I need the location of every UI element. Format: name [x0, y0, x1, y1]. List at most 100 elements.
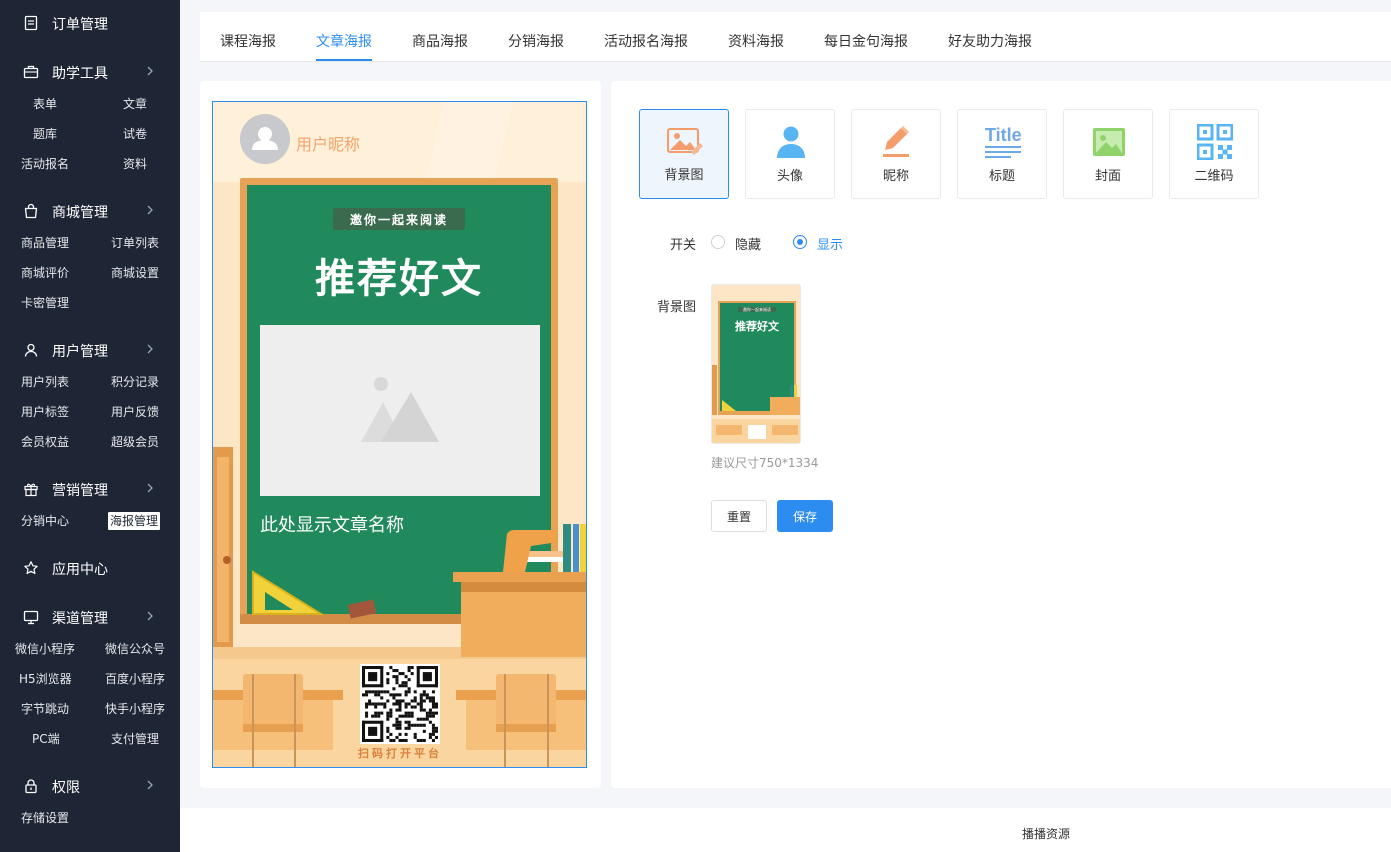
sidebar-item-distribution-center[interactable]: 分销中心	[21, 512, 69, 530]
sidebar-item-wechat-miniprogram[interactable]: 微信小程序	[15, 640, 75, 658]
sidebar-item-event-signup[interactable]: 活动报名	[21, 155, 69, 173]
tool-label: 二维码	[1194, 169, 1234, 184]
poster-avatar	[240, 114, 290, 164]
tab-event-signup-poster[interactable]: 活动报名海报	[604, 32, 688, 52]
sidebar-section-label: 权限	[52, 780, 80, 796]
sidebar-item-points-log[interactable]: 积分记录	[111, 373, 159, 391]
sidebar-item-kuaishou-miniprogram[interactable]: 快手小程序	[105, 700, 165, 718]
tool-label: 背景图	[664, 168, 704, 183]
active-tab-indicator	[316, 59, 372, 61]
tool-label: 标题	[988, 169, 1015, 184]
poster-article-title: 此处显示文章名称	[260, 515, 404, 536]
tab-article-poster[interactable]: 文章海报	[316, 32, 372, 52]
sidebar-section-label: 助学工具	[52, 66, 108, 82]
sidebar-item-member-benefits[interactable]: 会员权益	[21, 433, 69, 451]
tab-distribution-poster[interactable]: 分销海报	[508, 32, 564, 52]
thumbnail-banner-text: 邀你一起来阅读	[743, 307, 771, 312]
sidebar-section-mall[interactable]: 商城管理	[0, 196, 180, 226]
poster-banner-text: 邀你一起来阅读	[349, 213, 448, 227]
sidebar-item-user-list[interactable]: 用户列表	[21, 373, 69, 391]
sidebar-section-app-center[interactable]: 应用中心	[0, 553, 180, 583]
background-image-icon	[667, 128, 703, 155]
qrcode-icon	[1197, 124, 1233, 160]
sidebar-item-wechat-official[interactable]: 微信公众号	[105, 640, 165, 658]
monitor-icon	[23, 610, 39, 625]
sidebar-section-marketing[interactable]: 营销管理	[0, 474, 180, 504]
sidebar-section-permissions[interactable]: 权限	[0, 771, 180, 801]
tool-label: 封面	[1094, 169, 1121, 184]
tab-course-poster[interactable]: 课程海报	[220, 32, 276, 52]
tool-avatar[interactable]: 头像	[745, 109, 835, 199]
sidebar-section-tools[interactable]: 助学工具	[0, 57, 180, 87]
sidebar-item-card-keys[interactable]: 卡密管理	[21, 294, 69, 312]
sidebar-item-super-member[interactable]: 超级会员	[111, 433, 159, 451]
title-icon-text: Title	[985, 125, 1022, 145]
user-icon	[24, 343, 38, 357]
tool-label: 昵称	[882, 169, 909, 184]
sidebar-item-products[interactable]: 商品管理	[21, 234, 69, 252]
tool-background-image[interactable]: 背景图	[639, 109, 729, 199]
sidebar-item-article[interactable]: 文章	[123, 95, 147, 113]
sidebar-item-bytedance[interactable]: 字节跳动	[21, 700, 69, 718]
chevron-right-icon	[147, 344, 153, 354]
sidebar-item-order-list[interactable]: 订单列表	[111, 234, 159, 252]
sidebar-section-orders[interactable]: 订单管理	[0, 8, 180, 38]
sidebar-item-h5-browser[interactable]: H5浏览器	[19, 670, 72, 688]
chevron-right-icon	[147, 611, 153, 621]
radio-show[interactable]	[793, 235, 807, 249]
poster-qrcode	[362, 666, 438, 742]
briefcase-icon	[23, 65, 39, 79]
background-image-thumbnail[interactable]: 邀你一起来阅读 推荐好文	[711, 284, 801, 444]
tool-qrcode[interactable]: 二维码	[1169, 109, 1259, 199]
tab-materials-poster[interactable]: 资料海报	[728, 32, 784, 52]
footer-text: 播播资源	[1022, 827, 1071, 841]
shopping-bag-icon	[24, 203, 38, 219]
chevron-right-icon	[147, 780, 153, 790]
poster-nickname: 用户昵称	[296, 135, 361, 154]
reset-button[interactable]: 重置	[711, 500, 767, 532]
sidebar-item-baidu-miniprogram[interactable]: 百度小程序	[105, 670, 165, 688]
tab-friend-help-poster[interactable]: 好友助力海报	[948, 32, 1032, 52]
sidebar-item-user-tags[interactable]: 用户标签	[21, 403, 69, 421]
poster-headline: 推荐好文	[315, 256, 483, 302]
save-button[interactable]: 保存	[777, 500, 833, 532]
poster-preview-panel: 用户昵称 邀你一起来阅读 推荐好文 此处显示文章名称 扫码打开平台	[200, 81, 601, 788]
tab-product-poster[interactable]: 商品海报	[412, 32, 468, 52]
star-icon	[24, 561, 38, 575]
radio-show-label[interactable]: 显示	[817, 234, 843, 253]
sidebar-item-form[interactable]: 表单	[33, 95, 57, 113]
tool-cover[interactable]: 封面	[1063, 109, 1153, 199]
sidebar-section-label: 订单管理	[52, 17, 108, 33]
sidebar-item-question-bank[interactable]: 题库	[33, 125, 57, 143]
footer: 播播资源	[180, 808, 1391, 852]
chevron-right-icon	[147, 66, 153, 76]
sidebar-item-pc[interactable]: PC端	[32, 730, 60, 748]
background-image-label: 背景图	[657, 300, 697, 315]
sidebar-item-user-feedback[interactable]: 用户反馈	[111, 403, 159, 421]
sidebar: 订单管理 助学工具 表单 文章 题库 试卷 活动报名 资料 商城管理 商品管理 …	[0, 0, 180, 852]
sidebar-section-users[interactable]: 用户管理	[0, 335, 180, 365]
size-hint: 建议尺寸750*1334	[711, 456, 819, 470]
sidebar-item-exam[interactable]: 试卷	[123, 125, 147, 143]
cover-image-icon	[1093, 128, 1125, 156]
sidebar-item-mall-reviews[interactable]: 商城评价	[21, 264, 69, 282]
switch-label: 开关	[670, 238, 697, 253]
tab-daily-quote-poster[interactable]: 每日金句海报	[824, 32, 908, 52]
tool-nickname[interactable]: 昵称	[851, 109, 941, 199]
sidebar-item-storage-settings[interactable]: 存储设置	[21, 809, 69, 827]
radio-hide-label[interactable]: 隐藏	[735, 234, 761, 253]
lock-icon	[25, 779, 37, 794]
sidebar-section-channels[interactable]: 渠道管理	[0, 602, 180, 632]
document-icon	[24, 15, 38, 31]
poster-editor-panel: 背景图 头像 昵称 Title 标题 封面 二维码 开关 隐藏 显示 背景图 邀…	[611, 81, 1391, 788]
tool-title[interactable]: Title 标题	[957, 109, 1047, 199]
title-icon: Title	[985, 125, 1022, 158]
sidebar-section-label: 营销管理	[52, 483, 108, 499]
poster-type-tabs: 课程海报 文章海报 商品海报 分销海报 活动报名海报 资料海报 每日金句海报 好…	[200, 12, 1391, 62]
sidebar-item-poster-management[interactable]: 海报管理	[108, 512, 161, 530]
sidebar-item-payment[interactable]: 支付管理	[111, 730, 159, 748]
avatar-icon	[777, 126, 805, 158]
sidebar-item-materials[interactable]: 资料	[123, 155, 147, 173]
radio-hide[interactable]	[711, 235, 725, 249]
sidebar-item-mall-settings[interactable]: 商城设置	[111, 264, 159, 282]
